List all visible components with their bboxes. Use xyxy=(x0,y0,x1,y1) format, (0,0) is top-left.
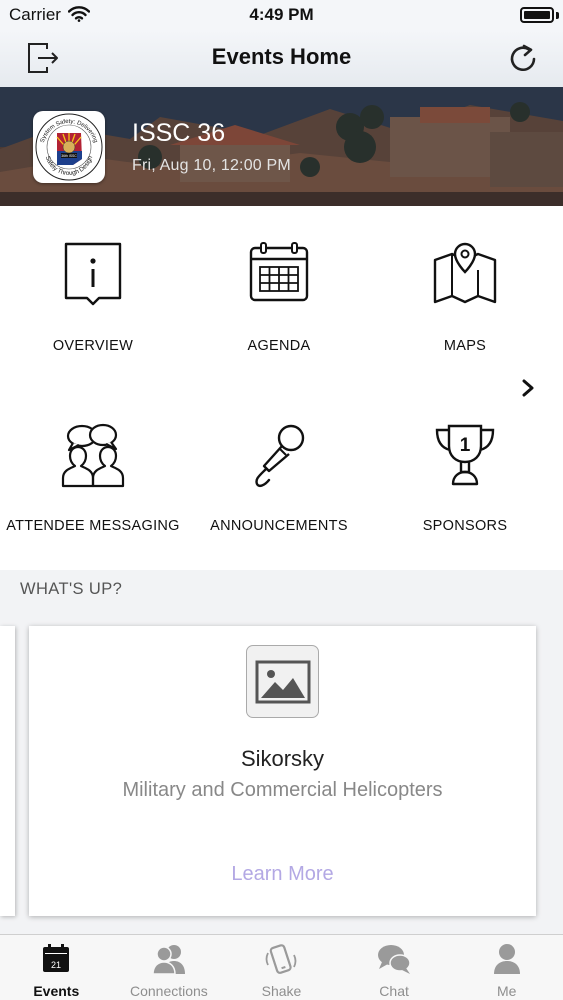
previous-card[interactable] xyxy=(0,626,15,916)
image-placeholder-icon xyxy=(255,660,310,703)
trophy-icon: 1 xyxy=(435,424,495,486)
grid-label-attendee-messaging: ATTENDEE MESSAGING xyxy=(6,518,180,534)
grid-item-announcements[interactable]: ANNOUNCEMENTS xyxy=(186,400,372,570)
calendar-icon xyxy=(249,242,309,302)
grid-item-sponsors[interactable]: 1 SPONSORS xyxy=(372,400,558,570)
whats-up-section: WHAT'S UP? Sikorsky Military and Commerc… xyxy=(0,570,563,934)
grid-item-agenda[interactable]: AGENDA xyxy=(186,206,372,386)
chevron-right-icon[interactable] xyxy=(520,378,536,398)
status-bar: Carrier 4:49 PM xyxy=(0,0,563,30)
card-subtitle: Military and Commercial Helicopters xyxy=(122,779,443,801)
refresh-button[interactable] xyxy=(503,38,543,78)
grid-label-announcements: ANNOUNCEMENTS xyxy=(210,518,348,534)
messaging-icon xyxy=(61,423,125,488)
sponsor-card[interactable]: Sikorsky Military and Commercial Helicop… xyxy=(29,626,536,916)
tab-shake-label: Shake xyxy=(261,983,302,999)
refresh-icon xyxy=(510,44,536,72)
grid-label-maps: MAPS xyxy=(443,338,487,354)
event-logo-image: 36th ISSC System Safety: Delivering Safe… xyxy=(35,113,103,181)
grid-item-overview[interactable]: OVERVIEW xyxy=(0,206,186,386)
whats-up-title: WHAT'S UP? xyxy=(20,580,123,598)
card-image-placeholder xyxy=(246,645,319,718)
tab-events[interactable]: 21 Events xyxy=(0,935,113,1000)
calendar-icon: 21 xyxy=(43,944,70,972)
microphone-icon xyxy=(255,424,305,488)
trophy-number: 1 xyxy=(460,435,471,456)
learn-more-link[interactable]: Learn More xyxy=(29,863,536,886)
tab-chat[interactable]: Chat xyxy=(338,935,451,1000)
event-logo: 36th ISSC System Safety: Delivering Safe… xyxy=(33,111,105,183)
tab-connections-label: Connections xyxy=(129,983,208,999)
tab-me-label: Me xyxy=(496,983,517,999)
card-title: Sikorsky xyxy=(240,746,325,771)
battery-icon xyxy=(520,7,554,23)
tab-me[interactable]: Me xyxy=(450,935,563,1000)
map-icon xyxy=(433,242,497,304)
people-icon xyxy=(152,945,185,975)
tab-shake[interactable]: Shake xyxy=(225,935,338,1000)
event-date: Fri, Aug 10, 12:00 PM xyxy=(132,157,291,174)
clock: 4:49 PM xyxy=(249,5,314,24)
event-banner[interactable]: 36th ISSC System Safety: Delivering Safe… xyxy=(0,87,563,206)
event-title: ISSC 36 xyxy=(132,119,226,147)
person-icon xyxy=(493,944,520,974)
grid-item-maps[interactable]: MAPS xyxy=(372,206,558,386)
grid-label-sponsors: SPONSORS xyxy=(422,518,508,534)
grid-item-attendee-messaging[interactable]: ATTENDEE MESSAGING xyxy=(0,400,186,570)
tab-events-badge: 21 xyxy=(51,960,61,970)
tab-chat-label: Chat xyxy=(379,983,409,999)
page-title: Events Home xyxy=(211,44,352,69)
chat-bubbles-icon xyxy=(378,945,411,974)
tab-bar: 21 Events Connections Shake Chat Me xyxy=(0,934,563,1000)
tab-connections[interactable]: Connections xyxy=(113,935,226,1000)
grid-label-overview: OVERVIEW xyxy=(52,338,134,354)
info-icon xyxy=(64,242,122,306)
tab-events-label: Events xyxy=(33,983,80,999)
grid-label-agenda: AGENDA xyxy=(247,338,311,354)
phone-shake-icon xyxy=(266,944,297,974)
logo-center-text: 36th ISSC xyxy=(61,154,77,158)
navigation-bar: Events Home xyxy=(0,30,563,87)
